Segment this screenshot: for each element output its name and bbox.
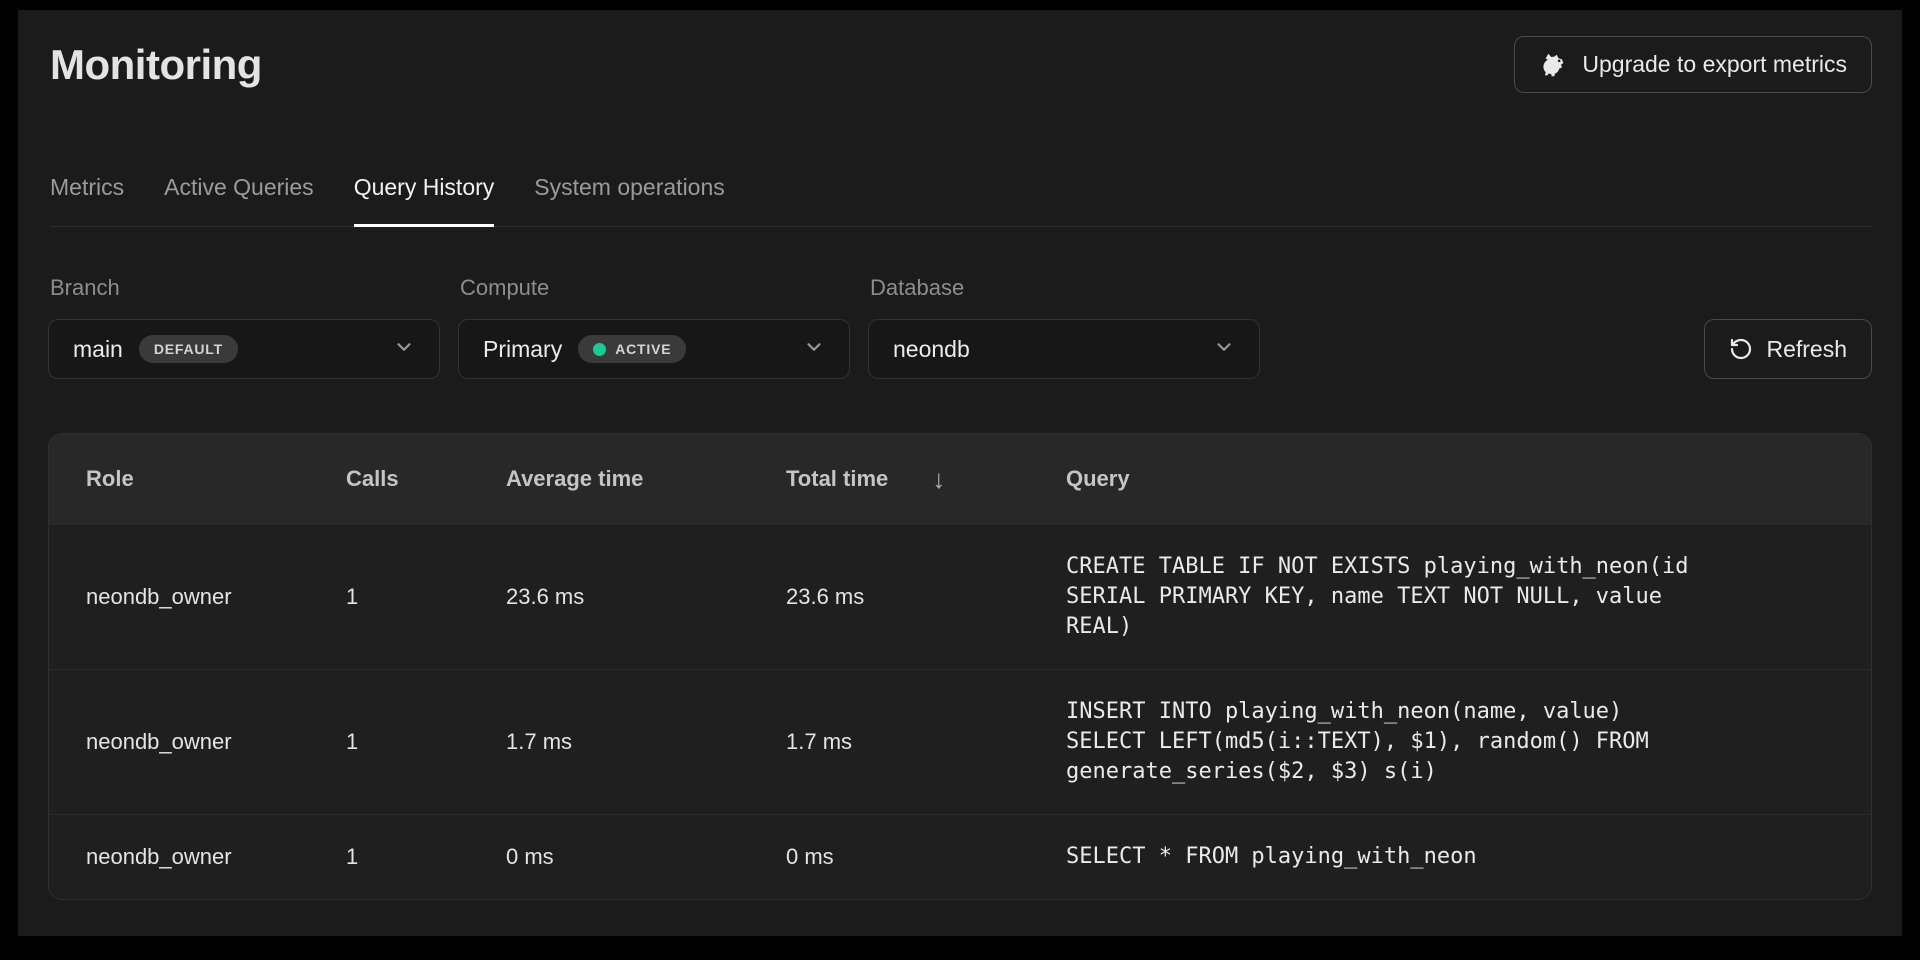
compute-label: Compute	[460, 275, 850, 301]
average-time-cell: 0 ms	[506, 844, 786, 870]
database-label: Database	[870, 275, 1260, 301]
table-row[interactable]: neondb_owner 1 0 ms 0 ms SELECT * FROM p…	[49, 814, 1871, 899]
tab-metrics[interactable]: Metrics	[50, 173, 124, 226]
upgrade-button-label: Upgrade to export metrics	[1582, 51, 1847, 78]
topbar: Monitoring Upgrade to export metrics	[50, 36, 1872, 93]
query-cell: CREATE TABLE IF NOT EXISTS playing_with_…	[1066, 552, 1841, 642]
branch-filter: Branch main DEFAULT	[48, 275, 440, 379]
default-badge: DEFAULT	[139, 335, 238, 363]
refresh-button[interactable]: Refresh	[1704, 319, 1872, 379]
total-time-cell: 1.7 ms	[786, 729, 1066, 755]
active-badge-label: ACTIVE	[615, 341, 671, 357]
branch-value: main	[73, 336, 123, 363]
tab-bar: Metrics Active Queries Query History Sys…	[50, 173, 1872, 227]
database-filter: Database neondb	[868, 275, 1260, 379]
query-cell: INSERT INTO playing_with_neon(name, valu…	[1066, 697, 1841, 787]
role-cell: neondb_owner	[86, 729, 346, 755]
tab-query-history[interactable]: Query History	[354, 173, 495, 226]
average-time-cell: 1.7 ms	[506, 729, 786, 755]
average-time-cell: 23.6 ms	[506, 584, 786, 610]
datadog-dog-icon	[1539, 50, 1569, 80]
chevron-down-icon	[1213, 336, 1235, 363]
query-cell: SELECT * FROM playing_with_neon	[1066, 842, 1841, 872]
compute-filter: Compute Primary ACTIVE	[458, 275, 850, 379]
table-row[interactable]: neondb_owner 1 1.7 ms 1.7 ms INSERT INTO…	[49, 669, 1871, 814]
chevron-down-icon	[393, 336, 415, 363]
calls-cell: 1	[346, 729, 506, 755]
chevron-down-icon	[803, 336, 825, 363]
page-title: Monitoring	[50, 40, 262, 90]
column-header-calls[interactable]: Calls	[346, 466, 506, 492]
refresh-icon	[1729, 337, 1753, 361]
active-status-dot	[593, 343, 606, 356]
monitoring-page: Monitoring Upgrade to export metrics Met…	[18, 10, 1902, 936]
upgrade-to-export-metrics-button[interactable]: Upgrade to export metrics	[1514, 36, 1872, 93]
sort-descending-icon: ↓	[932, 464, 945, 495]
tab-active-queries[interactable]: Active Queries	[164, 173, 314, 226]
total-time-header-label: Total time	[786, 466, 888, 492]
column-header-query[interactable]: Query	[1066, 466, 1841, 492]
query-history-table: Role Calls Average time Total time ↓ Que…	[48, 433, 1872, 900]
table-row[interactable]: neondb_owner 1 23.6 ms 23.6 ms CREATE TA…	[49, 524, 1871, 669]
table-header-row: Role Calls Average time Total time ↓ Que…	[49, 434, 1871, 524]
column-header-total-time[interactable]: Total time ↓	[786, 464, 1066, 495]
branch-label: Branch	[50, 275, 440, 301]
refresh-button-label: Refresh	[1766, 336, 1847, 363]
branch-select[interactable]: main DEFAULT	[48, 319, 440, 379]
role-cell: neondb_owner	[86, 844, 346, 870]
role-cell: neondb_owner	[86, 584, 346, 610]
compute-value: Primary	[483, 336, 562, 363]
database-select[interactable]: neondb	[868, 319, 1260, 379]
column-header-average-time[interactable]: Average time	[506, 466, 786, 492]
calls-cell: 1	[346, 584, 506, 610]
tab-system-operations[interactable]: System operations	[534, 173, 724, 226]
database-value: neondb	[893, 336, 970, 363]
filters-row: Branch main DEFAULT Compute Primary ACTI…	[48, 275, 1872, 379]
active-badge: ACTIVE	[578, 335, 686, 363]
total-time-cell: 0 ms	[786, 844, 1066, 870]
compute-select[interactable]: Primary ACTIVE	[458, 319, 850, 379]
calls-cell: 1	[346, 844, 506, 870]
total-time-cell: 23.6 ms	[786, 584, 1066, 610]
column-header-role[interactable]: Role	[86, 466, 346, 492]
